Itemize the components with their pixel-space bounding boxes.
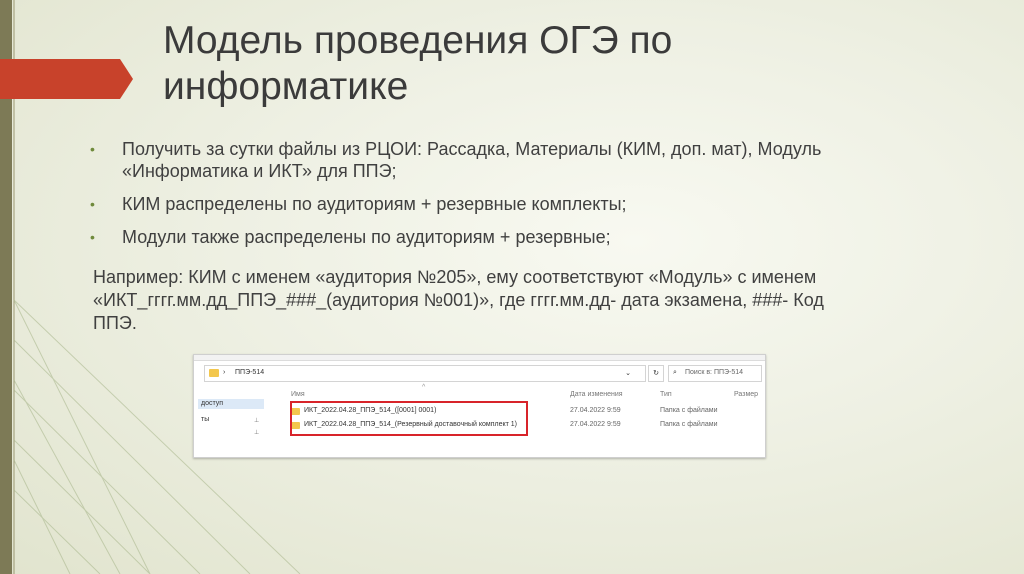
search-input[interactable]: ⌕ Поиск в: ППЭ-514	[668, 365, 762, 382]
bullet-marker: •	[90, 141, 95, 157]
bullet-text-line: КИМ распределены по аудиториям + резервн…	[122, 194, 627, 214]
column-header-name[interactable]: Имя	[291, 391, 305, 398]
breadcrumb-separator: ›	[223, 369, 226, 376]
title-line-1: Модель проведения ОГЭ по	[163, 19, 673, 62]
explorer-ribbon	[194, 355, 765, 361]
paragraph-line: ППЭ.	[93, 313, 137, 333]
slide: Модель проведения ОГЭ по информатике • П…	[0, 0, 1024, 574]
sort-arrow-icon: ^	[422, 384, 426, 391]
example-paragraph: Например: КИМ с именем «аудитория №205»,…	[93, 266, 973, 335]
slide-title: Модель проведения ОГЭ по информатике	[163, 18, 863, 110]
bullet-list: • Получить за сутки файлы из РЦОИ: Расса…	[90, 138, 970, 259]
nav-item-label: доступ	[201, 400, 224, 407]
title-line-2: информатике	[163, 65, 409, 108]
bullet-text-line: Получить за сутки файлы из РЦОИ: Рассадк…	[122, 139, 822, 159]
chevron-down-icon[interactable]: ⌄	[625, 369, 631, 377]
column-header-type[interactable]: Тип	[660, 391, 672, 398]
paragraph-line: «ИКТ_гггг.мм.дд_ППЭ_###_(аудитория №001)…	[93, 290, 824, 310]
column-header-size[interactable]: Размер	[734, 391, 758, 398]
column-header-date[interactable]: Дата изменения	[570, 391, 623, 398]
file-date: 27.04.2022 9:59	[570, 407, 621, 414]
file-date: 27.04.2022 9:59	[570, 421, 621, 428]
bullet-text-line: Модули также распределены по аудиториям …	[122, 227, 611, 247]
file-type: Папка с файлами	[660, 407, 718, 414]
search-icon: ⌕	[673, 369, 677, 376]
search-placeholder: Поиск в: ППЭ-514	[685, 369, 744, 376]
bullet-item: • Получить за сутки файлы из РЦОИ: Расса…	[90, 138, 970, 182]
bullet-text-line: «Информатика и ИКТ» для ППЭ;	[122, 161, 397, 181]
refresh-icon[interactable]: ↻	[648, 365, 664, 382]
bullet-item: • Модули также распределены по аудитория…	[90, 226, 970, 248]
address-bar[interactable]: › ППЭ-514 ⌄	[204, 365, 646, 382]
bullet-marker: •	[90, 196, 95, 212]
bullet-item: • КИМ распределены по аудиториям + резер…	[90, 193, 970, 215]
title-accent-arrow	[0, 59, 133, 99]
explorer-screenshot: › ППЭ-514 ⌄ ↻ ⌕ Поиск в: ППЭ-514 доступ …	[193, 354, 766, 458]
highlight-box	[290, 401, 528, 436]
breadcrumb-path[interactable]: ППЭ-514	[235, 369, 264, 376]
file-type: Папка с файлами	[660, 421, 718, 428]
paragraph-line: Например: КИМ с именем «аудитория №205»,…	[93, 267, 817, 287]
folder-icon	[209, 369, 219, 377]
bullet-marker: •	[90, 229, 95, 245]
